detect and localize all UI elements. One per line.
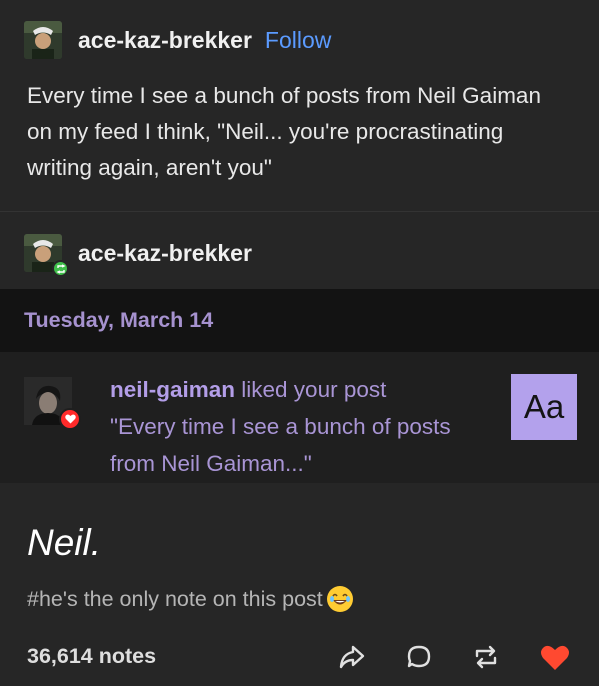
reblog-header: ace-kaz-brekker (24, 232, 252, 277)
post-header: ace-kaz-brekker Follow (24, 20, 331, 60)
heart-badge-icon (59, 408, 81, 430)
laughing-emoji-icon (326, 586, 353, 612)
post-footer: 36,614 notes (0, 635, 599, 679)
tag[interactable]: #he's the only note on this post (27, 587, 323, 612)
aa-label: Aa (523, 388, 565, 425)
reblog-icon[interactable] (464, 635, 508, 679)
like-icon[interactable] (533, 635, 577, 679)
share-icon[interactable] (330, 635, 374, 679)
notes-count[interactable]: 36,614 notes (27, 644, 156, 669)
activity-text: neil-gaiman liked your post "Every time … (110, 371, 480, 482)
activity-action: liked your post (235, 377, 387, 402)
text-post-thumbnail[interactable]: Aa (511, 374, 577, 440)
username[interactable]: ace-kaz-brekker (78, 27, 252, 54)
activity-date: Tuesday, March 14 (24, 308, 214, 332)
follow-button[interactable]: Follow (265, 27, 331, 54)
divider (0, 211, 599, 212)
activity-item[interactable]: neil-gaiman liked your post "Every time … (0, 352, 599, 483)
reblog-heading: Neil. (27, 522, 102, 563)
reblog-username[interactable]: ace-kaz-brekker (78, 240, 252, 267)
post-body-text: Every time I see a bunch of posts from N… (27, 83, 541, 180)
avatar[interactable] (24, 21, 62, 59)
date-bar: Tuesday, March 14 (0, 289, 599, 352)
activity-quote: "Every time I see a bunch of posts from … (110, 414, 451, 476)
reply-icon[interactable] (397, 635, 441, 679)
activity-username[interactable]: neil-gaiman (110, 377, 235, 402)
reblog-avatar-wrap[interactable] (24, 234, 69, 277)
reblog-badge-icon (52, 260, 69, 277)
tags-line[interactable]: #he's the only note on this post (27, 586, 353, 612)
